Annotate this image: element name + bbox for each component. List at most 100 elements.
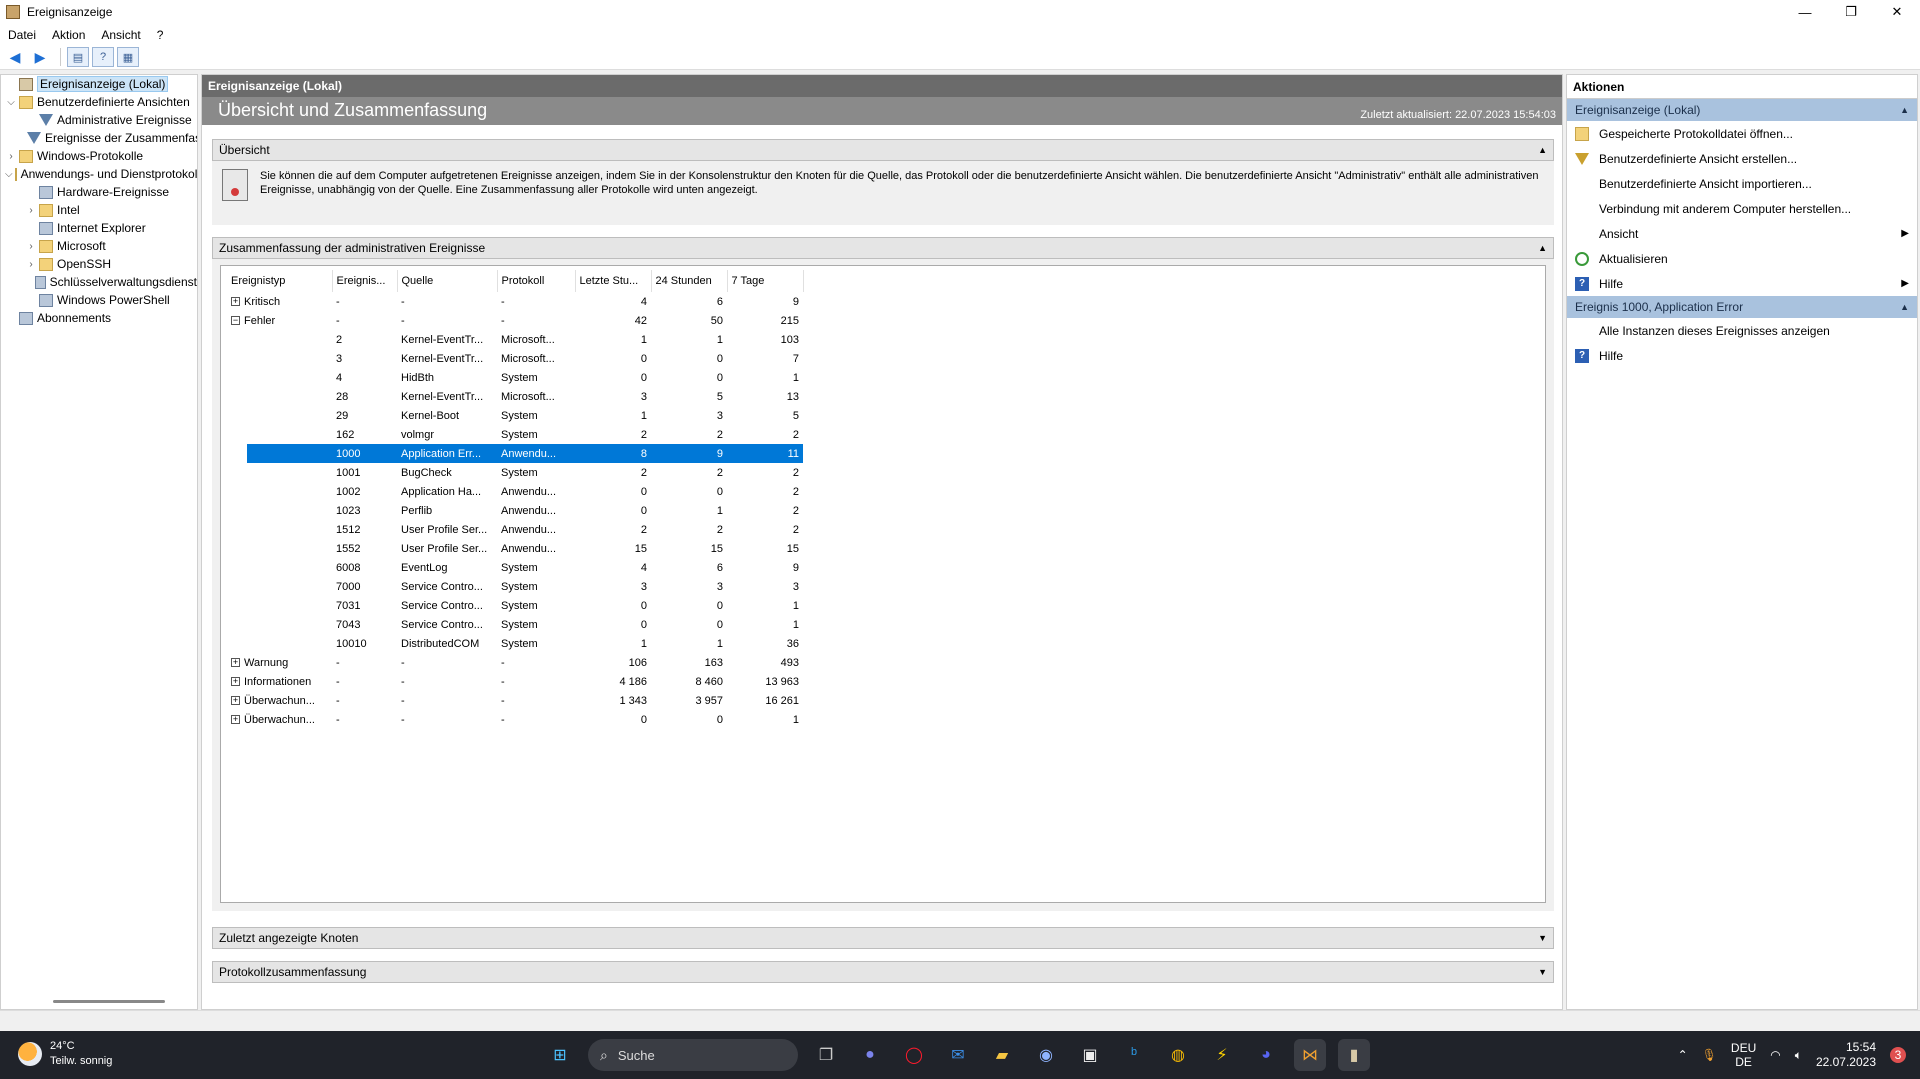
table-row[interactable]: 3 Kernel-EventTr... Microsoft... 0 0 7 — [227, 349, 803, 368]
expand-icon[interactable]: + — [231, 677, 240, 687]
chrome-icon[interactable]: ◍ — [1162, 1039, 1194, 1071]
console-tree-icon[interactable]: ▤ — [67, 47, 89, 67]
table-row[interactable]: 1002 Application Ha... Anwendu... 0 0 2 — [227, 482, 803, 501]
app-icon[interactable]: ◉ — [1030, 1039, 1062, 1071]
chevron-right-icon[interactable]: › — [5, 151, 17, 162]
table-row[interactable]: 7031 Service Contro... System 0 0 1 — [227, 596, 803, 615]
collapse-icon[interactable]: − — [231, 316, 240, 326]
tree-horizontal-scrollbar[interactable] — [53, 1000, 165, 1003]
actions-group-event[interactable]: Ereignis 1000, Application Error ▲ — [1567, 296, 1917, 318]
collapse-arrow-icon[interactable]: ▲ — [1538, 145, 1547, 155]
teams-icon[interactable]: ● — [854, 1039, 886, 1071]
overview-section-header[interactable]: Übersicht ▲ — [212, 139, 1554, 161]
action-item[interactable]: Aktualisieren — [1567, 246, 1917, 271]
collapse-arrow-icon[interactable]: ▲ — [1538, 243, 1547, 253]
collapse-arrow-icon[interactable]: ▲ — [1900, 105, 1909, 115]
minimize-button[interactable]: — — [1782, 0, 1828, 24]
game-launcher-icon[interactable]: ⋈ — [1294, 1039, 1326, 1071]
volume-icon[interactable]: 🔈︎ — [1795, 1048, 1802, 1063]
tree-node[interactable]: ⌵ Benutzerdefinierte Ansichten — [1, 93, 197, 111]
action-item[interactable]: Alle Instanzen dieses Ereignisses anzeig… — [1567, 318, 1917, 343]
tree-node[interactable]: › Intel — [1, 201, 197, 219]
column-header-24h[interactable]: 24 Stunden — [651, 270, 728, 292]
table-row[interactable]: + Informationen - - - 4 186 8 460 13 963 — [227, 672, 803, 691]
tree-node[interactable]: Schlüsselverwaltungsdienst — [1, 273, 197, 291]
table-row[interactable]: 2 Kernel-EventTr... Microsoft... 1 1 103 — [227, 330, 803, 349]
expand-arrow-icon[interactable]: ▼ — [1538, 967, 1547, 977]
column-header-source[interactable]: Quelle — [397, 270, 498, 292]
table-row[interactable]: 1000 Application Err... Anwendu... 8 9 11 — [227, 444, 803, 463]
table-row[interactable]: 4 HidBth System 0 0 1 — [227, 368, 803, 387]
tree-node[interactable]: › Windows-Protokolle — [1, 147, 197, 165]
menu-datei[interactable]: Datei — [0, 28, 44, 42]
notification-badge[interactable]: 3 — [1890, 1047, 1906, 1063]
action-item[interactable]: Ansicht ▶ — [1567, 221, 1917, 246]
epic-games-icon[interactable]: ▣ — [1074, 1039, 1106, 1071]
chevron-down-icon[interactable]: ⌵ — [5, 97, 17, 108]
tree-node[interactable]: Administrative Ereignisse — [1, 111, 197, 129]
column-header-type[interactable]: Ereignistyp — [227, 270, 333, 292]
forward-arrow-icon[interactable]: ▶ — [29, 47, 51, 67]
chevron-right-icon[interactable]: › — [25, 241, 37, 252]
tree-node[interactable]: › OpenSSH — [1, 255, 197, 273]
table-row[interactable]: + Überwachun... - - - 1 343 3 957 16 261 — [227, 691, 803, 710]
menu-aktion[interactable]: Aktion — [44, 28, 93, 42]
bing-icon[interactable]: ᵇ — [1118, 1039, 1150, 1071]
menu-ansicht[interactable]: Ansicht — [93, 28, 148, 42]
tree-node[interactable]: › Microsoft — [1, 237, 197, 255]
expand-icon[interactable]: + — [231, 658, 240, 668]
chevron-right-icon[interactable]: › — [25, 259, 37, 270]
mail-icon[interactable]: ✉ — [942, 1039, 974, 1071]
chevron-right-icon[interactable]: › — [25, 205, 37, 216]
action-item[interactable]: Gespeicherte Protokolldatei öffnen... — [1567, 121, 1917, 146]
task-view-icon[interactable]: ❐ — [810, 1039, 842, 1071]
opera-icon[interactable]: ◯ — [898, 1039, 930, 1071]
lightning-app-icon[interactable]: ⚡ — [1206, 1039, 1238, 1071]
tree-node[interactable]: Abonnements — [1, 309, 197, 327]
expand-icon[interactable]: + — [231, 715, 240, 725]
tree-node[interactable]: Ereignisanzeige (Lokal) — [1, 75, 197, 93]
maximize-button[interactable]: ❐ — [1828, 0, 1874, 24]
table-row[interactable]: 7000 Service Contro... System 3 3 3 — [227, 577, 803, 596]
table-row[interactable]: 10010 DistributedCOM System 1 1 36 — [227, 634, 803, 653]
column-header-last-hour[interactable]: Letzte Stu... — [575, 270, 652, 292]
table-row[interactable]: + Überwachun... - - - 0 0 1 — [227, 710, 803, 729]
table-row[interactable]: + Kritisch - - - 4 6 9 — [227, 292, 803, 311]
table-row[interactable]: 6008 EventLog System 4 6 9 — [227, 558, 803, 577]
help-icon[interactable]: ? — [92, 47, 114, 67]
log-summary-header[interactable]: Protokollzusammenfassung ▼ — [212, 961, 1554, 983]
clock[interactable]: 15:54 22.07.2023 — [1816, 1040, 1876, 1070]
tree-node[interactable]: Ereignisse der Zusammenfassung — [1, 129, 197, 147]
collapse-arrow-icon[interactable]: ▲ — [1900, 302, 1909, 312]
table-row[interactable]: 1001 BugCheck System 2 2 2 — [227, 463, 803, 482]
start-button[interactable]: ⊞ — [544, 1039, 576, 1071]
tree-node[interactable]: ⌵ Anwendungs- und Dienstprotokolle — [1, 165, 197, 183]
chevron-down-icon[interactable]: ⌵ — [5, 169, 13, 180]
action-item[interactable]: ? Hilfe ▶ — [1567, 271, 1917, 296]
weather-widget[interactable]: 24°C Teilw. sonnig — [18, 1039, 112, 1069]
tree-node[interactable]: Hardware-Ereignisse — [1, 183, 197, 201]
back-arrow-icon[interactable]: ◀ — [4, 47, 26, 67]
taskbar-search[interactable]: ⌕ Suche — [588, 1039, 798, 1071]
tree-node[interactable]: Internet Explorer — [1, 219, 197, 237]
language-indicator[interactable]: DEU DE — [1731, 1041, 1756, 1069]
column-header-7d[interactable]: 7 Tage — [727, 270, 804, 292]
microphone-icon[interactable]: 🎙︎ — [1702, 1048, 1717, 1062]
properties-icon[interactable]: ▦ — [117, 47, 139, 67]
summary-section-header[interactable]: Zusammenfassung der administrativen Erei… — [212, 237, 1554, 259]
action-item[interactable]: Verbindung mit anderem Computer herstell… — [1567, 196, 1917, 221]
tray-overflow-icon[interactable]: ⌃ — [1678, 1048, 1688, 1062]
column-header-id[interactable]: Ereignis... — [332, 270, 398, 292]
column-header-log[interactable]: Protokoll — [497, 270, 576, 292]
action-item[interactable]: Benutzerdefinierte Ansicht erstellen... — [1567, 146, 1917, 171]
table-row[interactable]: 162 volmgr System 2 2 2 — [227, 425, 803, 444]
close-button[interactable]: ✕ — [1874, 0, 1920, 24]
table-row[interactable]: + Warnung - - - 106 163 493 — [227, 653, 803, 672]
expand-icon[interactable]: + — [231, 696, 240, 706]
expand-icon[interactable]: + — [231, 297, 240, 307]
table-row[interactable]: 29 Kernel-Boot System 1 3 5 — [227, 406, 803, 425]
table-row[interactable]: 1023 Perflib Anwendu... 0 1 2 — [227, 501, 803, 520]
action-item[interactable]: ? Hilfe — [1567, 343, 1917, 368]
expand-arrow-icon[interactable]: ▼ — [1538, 933, 1547, 943]
discord-icon[interactable]: ◕ — [1250, 1039, 1282, 1071]
